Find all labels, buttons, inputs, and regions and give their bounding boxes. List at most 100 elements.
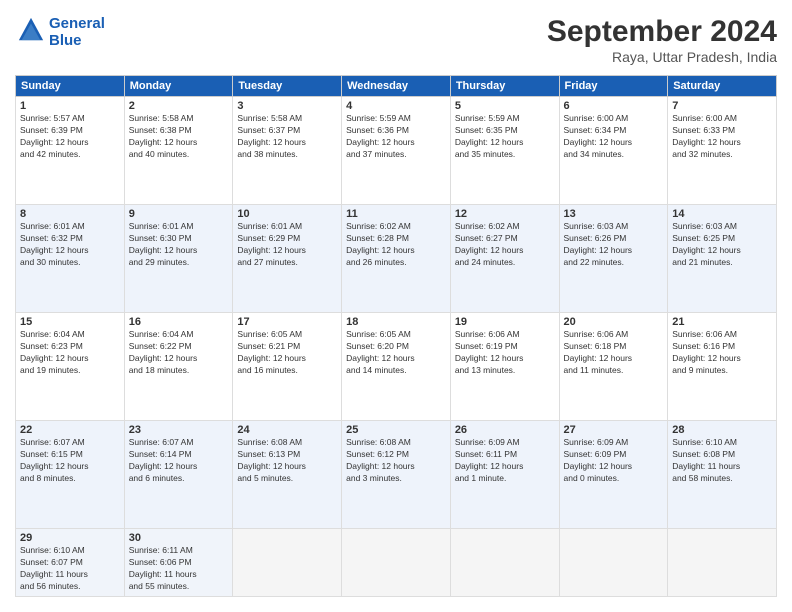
day-info: Sunrise: 6:01 AM Sunset: 6:30 PM Dayligh… xyxy=(129,221,229,269)
logo-line1: General xyxy=(49,15,105,32)
calendar-cell: 20Sunrise: 6:06 AM Sunset: 6:18 PM Dayli… xyxy=(559,313,668,421)
calendar-table: Sunday Monday Tuesday Wednesday Thursday… xyxy=(15,75,777,597)
calendar-cell: 4Sunrise: 5:59 AM Sunset: 6:36 PM Daylig… xyxy=(342,97,451,205)
day-number: 5 xyxy=(455,100,555,112)
calendar-cell: 22Sunrise: 6:07 AM Sunset: 6:15 PM Dayli… xyxy=(16,421,125,529)
calendar-cell: 17Sunrise: 6:05 AM Sunset: 6:21 PM Dayli… xyxy=(233,313,342,421)
calendar-cell: 24Sunrise: 6:08 AM Sunset: 6:13 PM Dayli… xyxy=(233,421,342,529)
header-saturday: Saturday xyxy=(668,76,777,97)
calendar-cell: 27Sunrise: 6:09 AM Sunset: 6:09 PM Dayli… xyxy=(559,421,668,529)
calendar-cell: 25Sunrise: 6:08 AM Sunset: 6:12 PM Dayli… xyxy=(342,421,451,529)
calendar-cell: 3Sunrise: 5:58 AM Sunset: 6:37 PM Daylig… xyxy=(233,97,342,205)
day-info: Sunrise: 6:06 AM Sunset: 6:19 PM Dayligh… xyxy=(455,329,555,377)
day-number: 11 xyxy=(346,208,446,220)
day-info: Sunrise: 6:05 AM Sunset: 6:21 PM Dayligh… xyxy=(237,329,337,377)
day-info: Sunrise: 6:09 AM Sunset: 6:11 PM Dayligh… xyxy=(455,437,555,485)
header-sunday: Sunday xyxy=(16,76,125,97)
calendar-cell xyxy=(668,529,777,597)
day-info: Sunrise: 5:58 AM Sunset: 6:38 PM Dayligh… xyxy=(129,113,229,161)
header-tuesday: Tuesday xyxy=(233,76,342,97)
logo: General Blue xyxy=(15,15,105,49)
calendar-cell: 13Sunrise: 6:03 AM Sunset: 6:26 PM Dayli… xyxy=(559,205,668,313)
day-info: Sunrise: 6:00 AM Sunset: 6:33 PM Dayligh… xyxy=(672,113,772,161)
page: General Blue September 2024 Raya, Uttar … xyxy=(0,0,792,612)
week-row-4: 22Sunrise: 6:07 AM Sunset: 6:15 PM Dayli… xyxy=(16,421,777,529)
day-info: Sunrise: 6:02 AM Sunset: 6:27 PM Dayligh… xyxy=(455,221,555,269)
calendar-header-row: Sunday Monday Tuesday Wednesday Thursday… xyxy=(16,76,777,97)
day-number: 3 xyxy=(237,100,337,112)
calendar-cell: 12Sunrise: 6:02 AM Sunset: 6:27 PM Dayli… xyxy=(450,205,559,313)
week-row-1: 1Sunrise: 5:57 AM Sunset: 6:39 PM Daylig… xyxy=(16,97,777,205)
day-info: Sunrise: 6:11 AM Sunset: 6:06 PM Dayligh… xyxy=(129,545,229,593)
day-number: 9 xyxy=(129,208,229,220)
calendar-cell: 10Sunrise: 6:01 AM Sunset: 6:29 PM Dayli… xyxy=(233,205,342,313)
week-row-5: 29Sunrise: 6:10 AM Sunset: 6:07 PM Dayli… xyxy=(16,529,777,597)
calendar-cell: 8Sunrise: 6:01 AM Sunset: 6:32 PM Daylig… xyxy=(16,205,125,313)
day-number: 8 xyxy=(20,208,120,220)
calendar-cell: 18Sunrise: 6:05 AM Sunset: 6:20 PM Dayli… xyxy=(342,313,451,421)
calendar-cell: 1Sunrise: 5:57 AM Sunset: 6:39 PM Daylig… xyxy=(16,97,125,205)
header: General Blue September 2024 Raya, Uttar … xyxy=(15,15,777,65)
day-info: Sunrise: 6:09 AM Sunset: 6:09 PM Dayligh… xyxy=(564,437,664,485)
logo-line2: Blue xyxy=(49,32,105,49)
calendar-cell: 28Sunrise: 6:10 AM Sunset: 6:08 PM Dayli… xyxy=(668,421,777,529)
day-number: 7 xyxy=(672,100,772,112)
day-number: 17 xyxy=(237,316,337,328)
day-number: 13 xyxy=(564,208,664,220)
day-info: Sunrise: 6:01 AM Sunset: 6:29 PM Dayligh… xyxy=(237,221,337,269)
week-row-2: 8Sunrise: 6:01 AM Sunset: 6:32 PM Daylig… xyxy=(16,205,777,313)
day-number: 19 xyxy=(455,316,555,328)
day-info: Sunrise: 6:06 AM Sunset: 6:16 PM Dayligh… xyxy=(672,329,772,377)
day-info: Sunrise: 6:04 AM Sunset: 6:23 PM Dayligh… xyxy=(20,329,120,377)
header-friday: Friday xyxy=(559,76,668,97)
day-info: Sunrise: 6:06 AM Sunset: 6:18 PM Dayligh… xyxy=(564,329,664,377)
calendar-cell: 15Sunrise: 6:04 AM Sunset: 6:23 PM Dayli… xyxy=(16,313,125,421)
day-number: 21 xyxy=(672,316,772,328)
header-wednesday: Wednesday xyxy=(342,76,451,97)
day-info: Sunrise: 6:08 AM Sunset: 6:12 PM Dayligh… xyxy=(346,437,446,485)
calendar-cell: 29Sunrise: 6:10 AM Sunset: 6:07 PM Dayli… xyxy=(16,529,125,597)
header-thursday: Thursday xyxy=(450,76,559,97)
calendar-cell: 23Sunrise: 6:07 AM Sunset: 6:14 PM Dayli… xyxy=(124,421,233,529)
day-info: Sunrise: 6:04 AM Sunset: 6:22 PM Dayligh… xyxy=(129,329,229,377)
calendar-cell: 5Sunrise: 5:59 AM Sunset: 6:35 PM Daylig… xyxy=(450,97,559,205)
day-number: 2 xyxy=(129,100,229,112)
day-number: 25 xyxy=(346,424,446,436)
day-number: 30 xyxy=(129,532,229,544)
calendar-cell: 16Sunrise: 6:04 AM Sunset: 6:22 PM Dayli… xyxy=(124,313,233,421)
day-number: 15 xyxy=(20,316,120,328)
title-block: September 2024 Raya, Uttar Pradesh, Indi… xyxy=(547,15,777,65)
calendar-cell: 9Sunrise: 6:01 AM Sunset: 6:30 PM Daylig… xyxy=(124,205,233,313)
day-info: Sunrise: 5:58 AM Sunset: 6:37 PM Dayligh… xyxy=(237,113,337,161)
calendar-cell: 14Sunrise: 6:03 AM Sunset: 6:25 PM Dayli… xyxy=(668,205,777,313)
day-info: Sunrise: 6:05 AM Sunset: 6:20 PM Dayligh… xyxy=(346,329,446,377)
day-info: Sunrise: 6:00 AM Sunset: 6:34 PM Dayligh… xyxy=(564,113,664,161)
day-info: Sunrise: 6:10 AM Sunset: 6:08 PM Dayligh… xyxy=(672,437,772,485)
day-info: Sunrise: 5:57 AM Sunset: 6:39 PM Dayligh… xyxy=(20,113,120,161)
day-info: Sunrise: 6:02 AM Sunset: 6:28 PM Dayligh… xyxy=(346,221,446,269)
calendar-cell: 2Sunrise: 5:58 AM Sunset: 6:38 PM Daylig… xyxy=(124,97,233,205)
calendar-cell xyxy=(450,529,559,597)
calendar-cell xyxy=(559,529,668,597)
logo-icon xyxy=(17,16,45,44)
location-subtitle: Raya, Uttar Pradesh, India xyxy=(547,49,777,65)
day-info: Sunrise: 6:07 AM Sunset: 6:14 PM Dayligh… xyxy=(129,437,229,485)
calendar-cell: 19Sunrise: 6:06 AM Sunset: 6:19 PM Dayli… xyxy=(450,313,559,421)
calendar-cell: 30Sunrise: 6:11 AM Sunset: 6:06 PM Dayli… xyxy=(124,529,233,597)
calendar-cell: 11Sunrise: 6:02 AM Sunset: 6:28 PM Dayli… xyxy=(342,205,451,313)
calendar-cell: 7Sunrise: 6:00 AM Sunset: 6:33 PM Daylig… xyxy=(668,97,777,205)
day-number: 4 xyxy=(346,100,446,112)
day-info: Sunrise: 6:07 AM Sunset: 6:15 PM Dayligh… xyxy=(20,437,120,485)
day-number: 6 xyxy=(564,100,664,112)
day-number: 20 xyxy=(564,316,664,328)
day-number: 23 xyxy=(129,424,229,436)
month-title: September 2024 xyxy=(547,15,777,49)
day-info: Sunrise: 6:03 AM Sunset: 6:26 PM Dayligh… xyxy=(564,221,664,269)
day-number: 10 xyxy=(237,208,337,220)
day-number: 29 xyxy=(20,532,120,544)
day-number: 22 xyxy=(20,424,120,436)
calendar-cell: 21Sunrise: 6:06 AM Sunset: 6:16 PM Dayli… xyxy=(668,313,777,421)
calendar-cell: 26Sunrise: 6:09 AM Sunset: 6:11 PM Dayli… xyxy=(450,421,559,529)
day-number: 18 xyxy=(346,316,446,328)
week-row-3: 15Sunrise: 6:04 AM Sunset: 6:23 PM Dayli… xyxy=(16,313,777,421)
